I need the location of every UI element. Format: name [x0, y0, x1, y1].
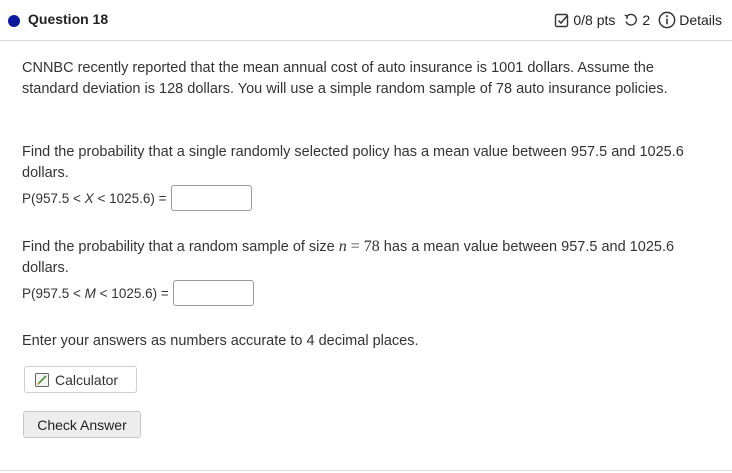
part2-n-symbol: n [338, 238, 347, 255]
part2-variable: M [84, 285, 96, 301]
calculator-icon [35, 372, 49, 387]
instructions-text: Enter your answers as numbers accurate t… [22, 333, 419, 349]
question-meta: 0/8 pts 2 Details [554, 11, 722, 29]
question-page: Question 18 0/8 pts 2 Details CNNBC rece… [0, 0, 732, 473]
question-header: Question 18 0/8 pts 2 Details [0, 0, 732, 41]
part2-answer-input[interactable] [172, 280, 254, 306]
part2-equals: = [346, 238, 364, 255]
points-text: 0/8 pts [573, 12, 616, 28]
part1-answer-input[interactable] [170, 185, 252, 211]
retry-icon [624, 13, 638, 26]
part2-prompt: Find the probability that a random sampl… [22, 236, 712, 279]
part2-text-before: Find the probability that a random sampl… [22, 239, 339, 255]
part2-equation: P(957.5 < M < 1025.6) = [22, 280, 254, 306]
attempts-text: 2 [642, 12, 651, 28]
part1-lhs-suffix: < 1025.6) = [93, 190, 167, 206]
question-intro: CNNBC recently reported that the mean an… [22, 60, 668, 97]
details-link[interactable]: Details [658, 11, 722, 29]
info-icon [658, 11, 676, 29]
part1-prompt: Find the probability that a single rando… [22, 144, 684, 181]
calculator-label: Calculator [55, 371, 119, 388]
details-label: Details [679, 12, 722, 28]
question-title: Question 18 [28, 11, 109, 27]
bottom-divider [0, 470, 732, 471]
part2-lhs-suffix: < 1025.6) = [95, 285, 169, 301]
part2-n-expression: n = 78 [339, 238, 380, 255]
part1-lhs-prefix: P(957.5 < [22, 190, 85, 206]
check-answer-button[interactable]: Check Answer [23, 411, 141, 438]
calculator-button[interactable]: Calculator [24, 366, 137, 393]
question-status-dot [8, 15, 20, 27]
part1-variable: X [84, 190, 94, 206]
checkbox-icon [555, 13, 569, 28]
part1-equation: P(957.5 < X < 1025.6) = [22, 185, 252, 211]
part2-n-value: 78 [363, 238, 380, 255]
part2-lhs-prefix: P(957.5 < [22, 285, 85, 301]
